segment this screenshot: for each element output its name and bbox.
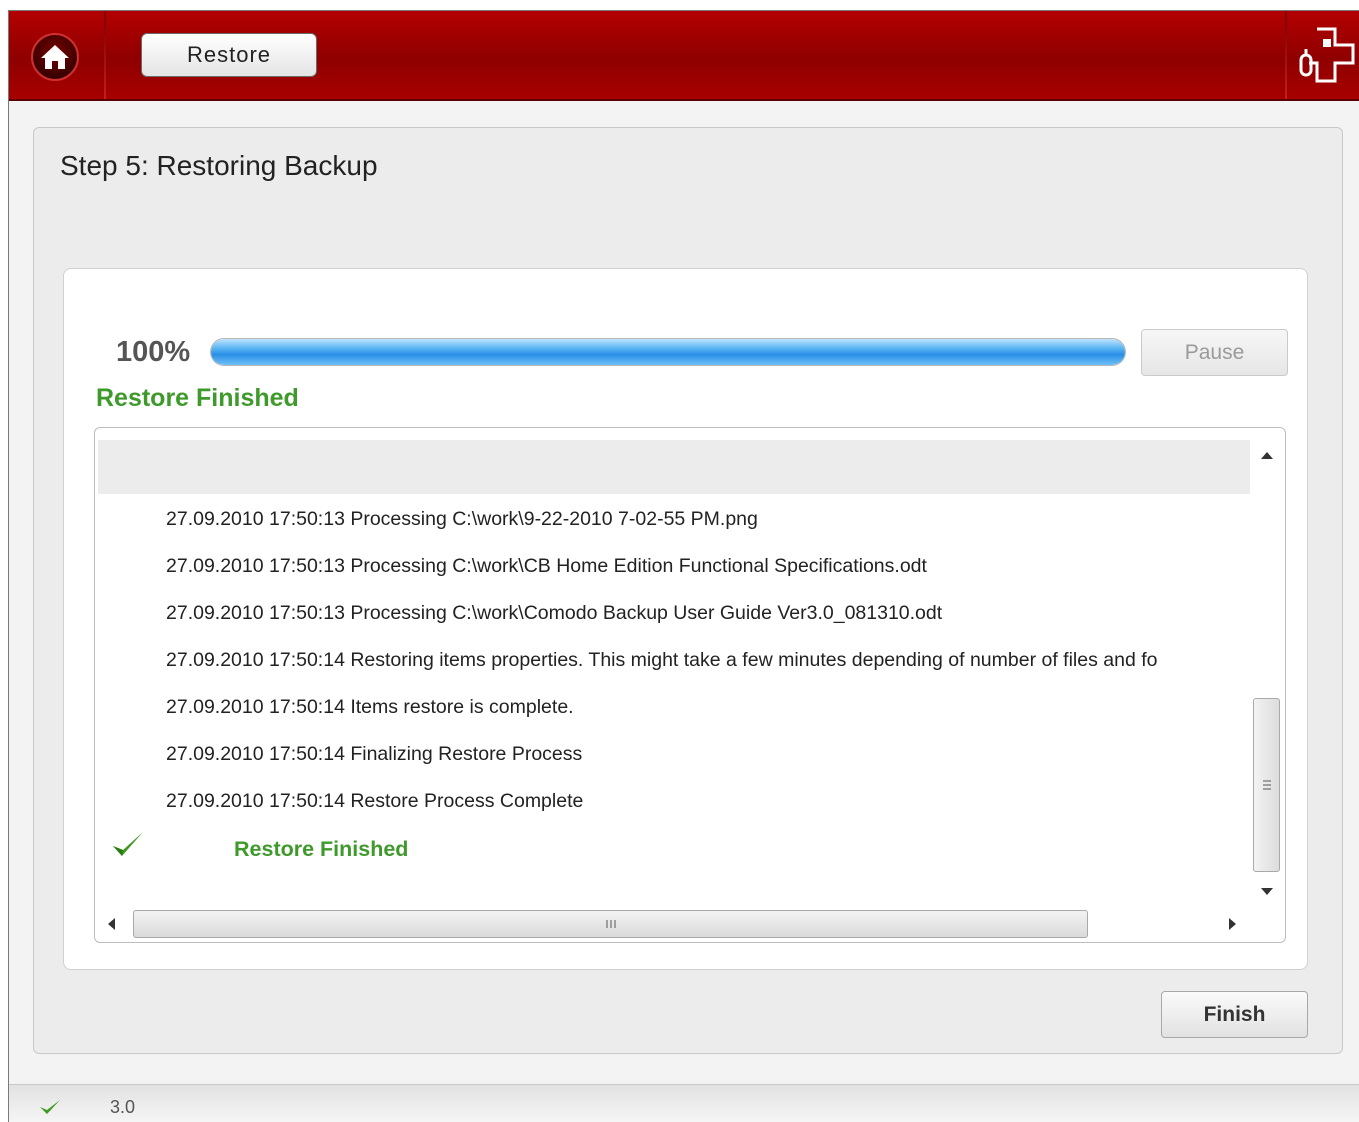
log-list[interactable] <box>94 427 1286 943</box>
page-title: Step 5: Restoring Backup <box>60 150 378 181</box>
log-list-header <box>98 440 1250 494</box>
log-line: 27.09.2010 17:50:13 Processing C:\work\C… <box>166 555 927 577</box>
progress-bar-fill <box>211 339 1125 365</box>
version-label: 3.0 <box>110 1097 136 1117</box>
log-line: 27.09.2010 17:50:13 Processing C:\work\9… <box>166 508 758 530</box>
grip-icon <box>1262 780 1271 790</box>
header-divider <box>1285 11 1287 99</box>
home-button[interactable] <box>31 33 79 81</box>
comodo-cross-icon <box>1299 27 1355 83</box>
status-bar <box>9 1084 1359 1122</box>
header-divider <box>104 11 106 99</box>
scroll-right-arrow[interactable] <box>1229 918 1236 930</box>
status-text: Restore Finished <box>96 384 299 412</box>
tab-restore[interactable]: Restore <box>141 33 317 77</box>
horizontal-scroll-thumb[interactable] <box>133 910 1088 938</box>
log-line: 27.09.2010 17:50:14 Restoring items prop… <box>166 649 1158 671</box>
log-line: 27.09.2010 17:50:14 Finalizing Restore P… <box>166 743 583 765</box>
home-icon <box>41 45 69 69</box>
vertical-scroll-thumb[interactable] <box>1253 698 1280 872</box>
log-finished-label: Restore Finished <box>234 837 409 861</box>
check-icon <box>40 1100 60 1114</box>
log-line: 27.09.2010 17:50:14 Items restore is com… <box>166 696 574 718</box>
scroll-up-arrow[interactable] <box>1261 452 1273 459</box>
tab-restore-label: Restore <box>186 42 272 67</box>
finish-button[interactable]: Finish <box>1161 991 1308 1038</box>
header-bar: Restore <box>9 11 1359 101</box>
finish-button-label: Finish <box>1203 1002 1266 1026</box>
progress-bar <box>210 338 1126 366</box>
pause-button[interactable]: Pause <box>1141 329 1288 376</box>
progress-percent: 100% <box>116 336 191 368</box>
check-icon <box>113 832 143 856</box>
scroll-down-arrow[interactable] <box>1261 888 1273 895</box>
grip-icon <box>606 920 615 928</box>
log-line: 27.09.2010 17:50:13 Processing C:\work\C… <box>166 602 943 624</box>
pause-button-label: Pause <box>1184 340 1245 364</box>
scroll-left-arrow[interactable] <box>108 918 115 930</box>
log-line: 27.09.2010 17:50:14 Restore Process Comp… <box>166 790 584 812</box>
